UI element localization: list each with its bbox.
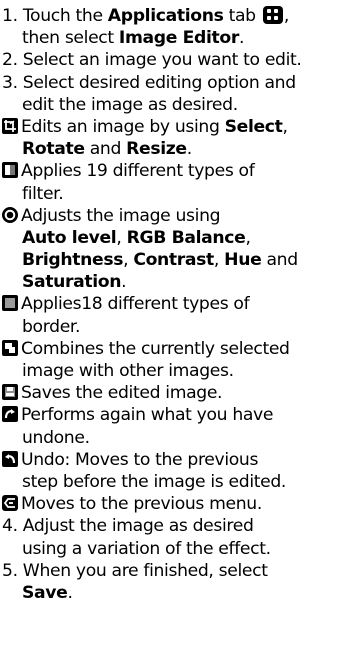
filter-icon xyxy=(2,162,18,179)
undo-icon xyxy=(2,450,18,467)
step-5-line-2: Save. xyxy=(22,582,73,603)
combine-icon xyxy=(2,339,18,356)
option-adjust-line-1: Adjusts the image using xyxy=(2,205,349,227)
option-adjust-line-3: Brightness, Contrast, Hue and xyxy=(22,250,298,271)
option-redo-line-2: undone. xyxy=(22,427,90,448)
option-undo-line-2: step before the image is edited. xyxy=(22,471,287,492)
crop-rotate-icon xyxy=(2,117,18,134)
option-adjust-line-4: Saturation. xyxy=(22,272,127,293)
option-combine-line-1: Combines the currently selected xyxy=(2,338,349,360)
option-redo-line-1: Performs again what you have xyxy=(2,404,349,426)
option-filter-line-2: filter. xyxy=(22,183,64,204)
step-4-line-1: 4. Adjust the image as desired xyxy=(2,516,254,537)
step-3-line-2: edit the image as desired. xyxy=(22,94,238,115)
instruction-list: 1. Touch the Applications tab , then sel… xyxy=(0,0,351,604)
back-icon xyxy=(2,495,18,512)
option-edit-line-2: Rotate and Resize. xyxy=(22,139,192,160)
option-save-line-1: Saves the edited image. xyxy=(2,382,349,404)
step-1-line-2: then select Image Editor. xyxy=(22,28,245,49)
redo-icon xyxy=(2,406,18,423)
option-undo-line-1: Undo: Moves to the previous xyxy=(2,449,349,471)
border-icon xyxy=(2,295,18,312)
option-filter-line-1: Applies 19 different types of xyxy=(2,160,349,182)
step-1-line-1: 1. Touch the Applications tab , xyxy=(2,6,289,26)
option-back-line-1: Moves to the previous menu. xyxy=(2,493,349,515)
option-border-line-1: Applies18 different types of xyxy=(2,293,349,315)
save-icon xyxy=(2,384,18,401)
option-border-line-2: border. xyxy=(22,316,81,337)
option-edit-line-1: Edits an image by using Select, xyxy=(2,116,349,138)
step-2: 2. Select an image you want to edit. xyxy=(2,50,302,71)
option-combine-line-2: image with other images. xyxy=(22,361,234,381)
option-adjust-line-2: Auto level, RGB Balance, xyxy=(22,227,251,248)
step-5-line-1: 5. When you are finished, select xyxy=(2,560,268,581)
step-4-line-2: using a variation of the effect. xyxy=(22,538,271,559)
adjust-icon xyxy=(2,206,18,223)
applications-icon xyxy=(262,6,283,24)
step-3-line-1: 3. Select desired editing option and xyxy=(2,72,296,93)
